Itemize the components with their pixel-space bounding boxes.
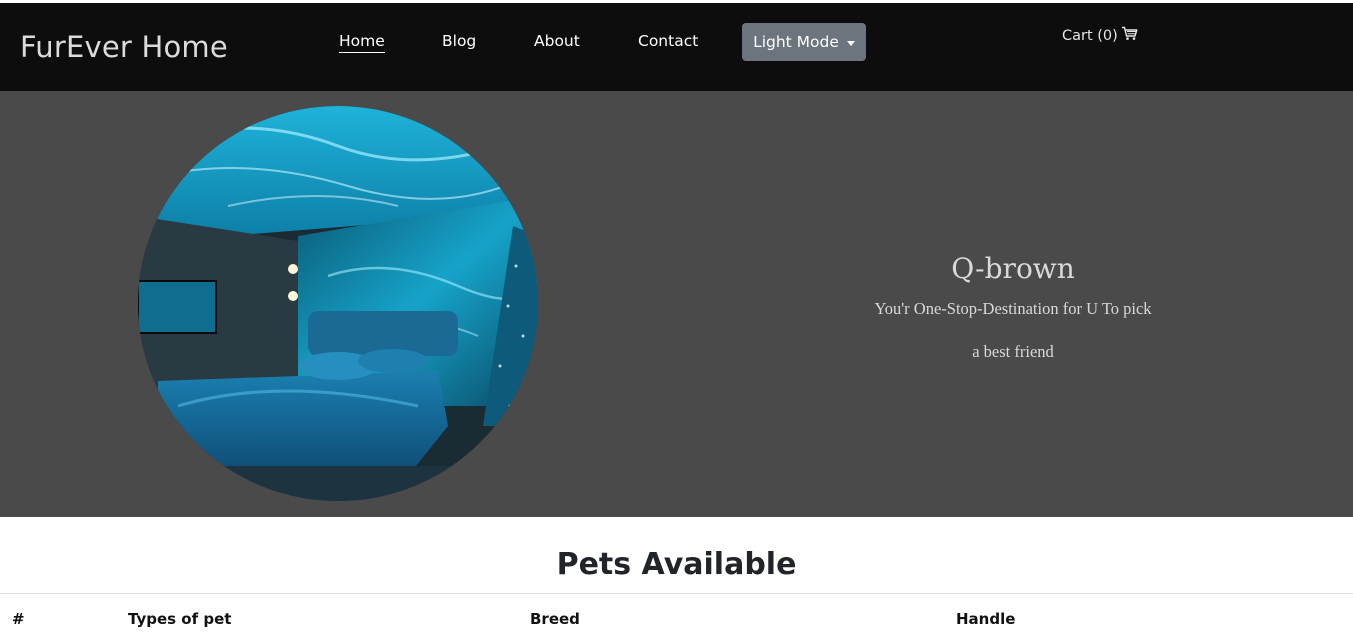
nav-link-home[interactable]: Home	[339, 32, 385, 53]
table-divider	[0, 593, 1353, 594]
hero-image	[138, 106, 538, 501]
hero-title: Q-brown	[951, 252, 1075, 285]
navbar: FurEver Home Home Blog About Contact Lig…	[0, 3, 1353, 91]
nav-link-blog[interactable]: Blog	[442, 32, 476, 50]
table-header-breed: Breed	[530, 610, 580, 628]
brand-logo[interactable]: FurEver Home	[20, 30, 228, 64]
nav-link-contact[interactable]: Contact	[638, 32, 698, 50]
theme-mode-label: Light Mode	[753, 33, 839, 51]
cart-label: Cart (0)	[1062, 27, 1118, 44]
hero-subtitle-line-1: You'r One-Stop-Destination for U To pick	[874, 299, 1152, 318]
theme-mode-dropdown-button[interactable]: Light Mode	[742, 23, 866, 61]
caret-down-icon	[846, 40, 855, 46]
cart-link[interactable]: Cart (0)	[1062, 26, 1138, 45]
cart-icon	[1121, 26, 1138, 45]
pets-available-heading: Pets Available	[556, 547, 797, 582]
hero-section: Q-brown You'r One-Stop-Destination for U…	[0, 91, 1353, 517]
nav-link-about[interactable]: About	[534, 32, 580, 50]
hero-subtitle-line-2: a best friend	[972, 342, 1054, 361]
table-header-handle: Handle	[956, 610, 1016, 628]
table-header-type: Types of pet	[128, 610, 232, 628]
table-header-number: #	[12, 610, 25, 628]
